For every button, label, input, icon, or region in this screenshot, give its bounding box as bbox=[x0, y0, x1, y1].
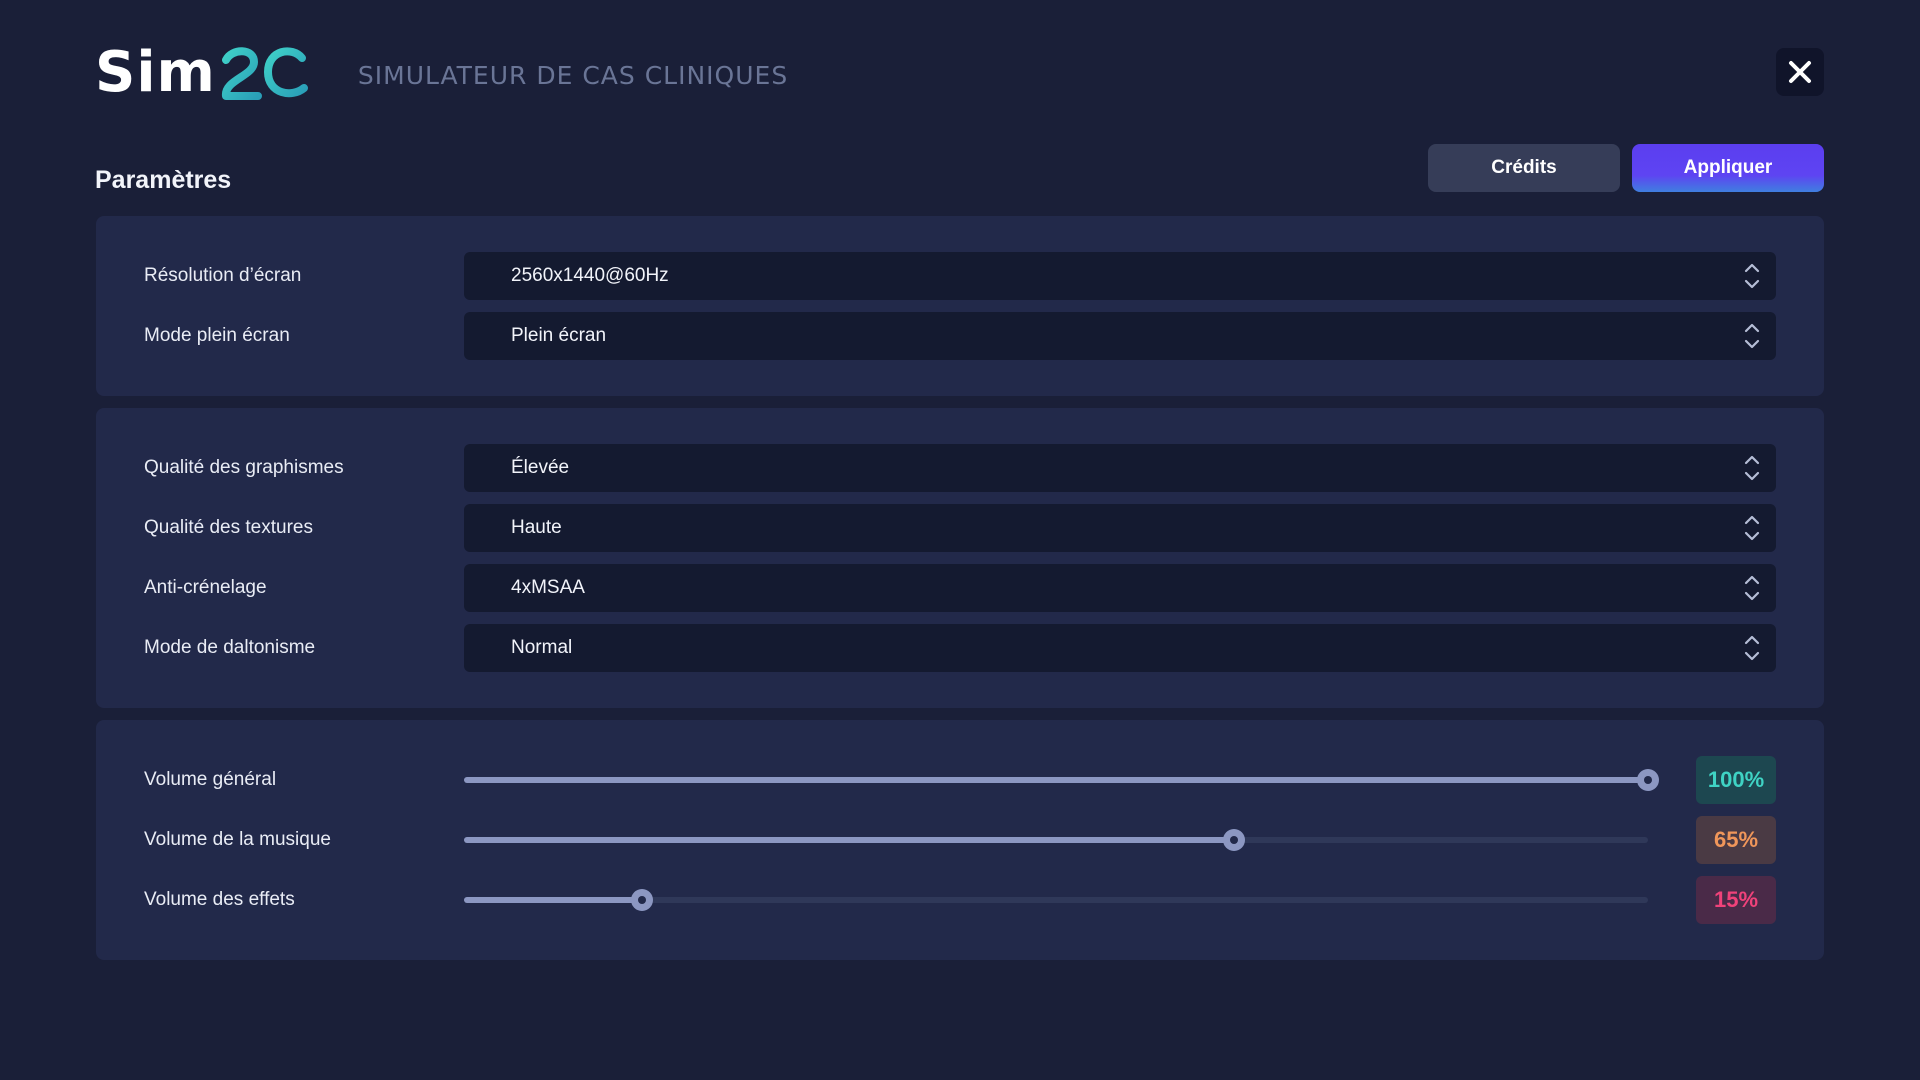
chevron-up-down-icon bbox=[1744, 323, 1760, 349]
apply-button[interactable]: Appliquer bbox=[1632, 144, 1824, 192]
setting-label: Qualité des textures bbox=[144, 517, 313, 538]
setting-label: Volume des effets bbox=[144, 889, 295, 910]
chevron-up-down-icon bbox=[1744, 575, 1760, 601]
slider-thumb[interactable] bbox=[1637, 769, 1659, 791]
slider-fill bbox=[464, 837, 1234, 843]
slider-fill bbox=[464, 897, 642, 903]
select-value: Haute bbox=[511, 517, 562, 538]
resolution-select[interactable]: 2560x1440@60Hz bbox=[464, 252, 1776, 300]
page-title: Paramètres bbox=[95, 166, 232, 194]
audio-settings-panel: Volume général 100% Volume de la musique… bbox=[96, 720, 1824, 960]
colorblind-mode-select[interactable]: Normal bbox=[464, 624, 1776, 672]
setting-label: Mode de daltonisme bbox=[144, 637, 316, 658]
chevron-up-down-icon bbox=[1744, 515, 1760, 541]
setting-row-graphics-quality: Qualité des graphismes Élevée bbox=[144, 444, 1776, 492]
setting-row-effects-volume: Volume des effets 15% bbox=[144, 876, 1776, 924]
app-subtitle: SIMULATEUR DE CAS CLINIQUES bbox=[357, 60, 789, 90]
select-value: Normal bbox=[511, 637, 573, 658]
setting-label: Anti-crénelage bbox=[144, 577, 267, 598]
select-value: Élevée bbox=[511, 457, 570, 478]
setting-label: Mode plein écran bbox=[144, 325, 290, 346]
display-settings-panel: Résolution d’écran 2560x1440@60Hz Mode p… bbox=[96, 216, 1824, 396]
logo-wordmark: Sim bbox=[95, 40, 216, 105]
close-button[interactable] bbox=[1776, 48, 1824, 96]
chevron-up-down-icon bbox=[1744, 455, 1760, 481]
fullscreen-mode-select[interactable]: Plein écran bbox=[464, 312, 1776, 360]
setting-row-colorblind-mode: Mode de daltonisme Normal bbox=[144, 624, 1776, 672]
volume-value-badge: 100% bbox=[1696, 756, 1776, 804]
slider-thumb[interactable] bbox=[1222, 829, 1245, 851]
volume-value-badge: 65% bbox=[1696, 816, 1776, 864]
credits-button[interactable]: Crédits bbox=[1428, 144, 1620, 192]
setting-row-texture-quality: Qualité des textures Haute bbox=[144, 504, 1776, 552]
texture-quality-select[interactable]: Haute bbox=[464, 504, 1776, 552]
volume-value-badge: 15% bbox=[1696, 876, 1776, 924]
select-value: 2560x1440@60Hz bbox=[511, 265, 669, 286]
graphics-settings-panel: Qualité des graphismes Élevée Qualité de… bbox=[96, 408, 1824, 708]
slider-fill bbox=[464, 777, 1648, 783]
graphics-quality-select[interactable]: Élevée bbox=[464, 444, 1776, 492]
slider-thumb[interactable] bbox=[630, 889, 653, 911]
select-value: 4xMSAA bbox=[511, 577, 585, 598]
setting-row-master-volume: Volume général 100% bbox=[144, 756, 1776, 804]
logo-mark-icon bbox=[221, 47, 308, 100]
header: Sim SIMULATEUR DE CAS CLINIQUES bbox=[95, 44, 788, 102]
chevron-up-down-icon bbox=[1744, 263, 1760, 289]
setting-row-fullscreen: Mode plein écran Plein écran bbox=[144, 312, 1776, 360]
master-volume-slider[interactable] bbox=[464, 756, 1659, 804]
select-value: Plein écran bbox=[511, 325, 607, 346]
anti-aliasing-select[interactable]: 4xMSAA bbox=[464, 564, 1776, 612]
setting-row-resolution: Résolution d’écran 2560x1440@60Hz bbox=[144, 252, 1776, 300]
setting-label: Qualité des graphismes bbox=[144, 457, 344, 478]
logo: Sim bbox=[95, 44, 310, 102]
close-icon bbox=[1789, 61, 1811, 83]
chevron-up-down-icon bbox=[1744, 635, 1760, 661]
setting-label: Volume de la musique bbox=[144, 829, 331, 850]
effects-volume-slider[interactable] bbox=[464, 876, 1648, 924]
setting-row-music-volume: Volume de la musique 65% bbox=[144, 816, 1776, 864]
setting-row-anti-aliasing: Anti-crénelage 4xMSAA bbox=[144, 564, 1776, 612]
setting-label: Volume général bbox=[144, 769, 277, 790]
music-volume-slider[interactable] bbox=[464, 816, 1648, 864]
setting-label: Résolution d’écran bbox=[144, 265, 302, 286]
